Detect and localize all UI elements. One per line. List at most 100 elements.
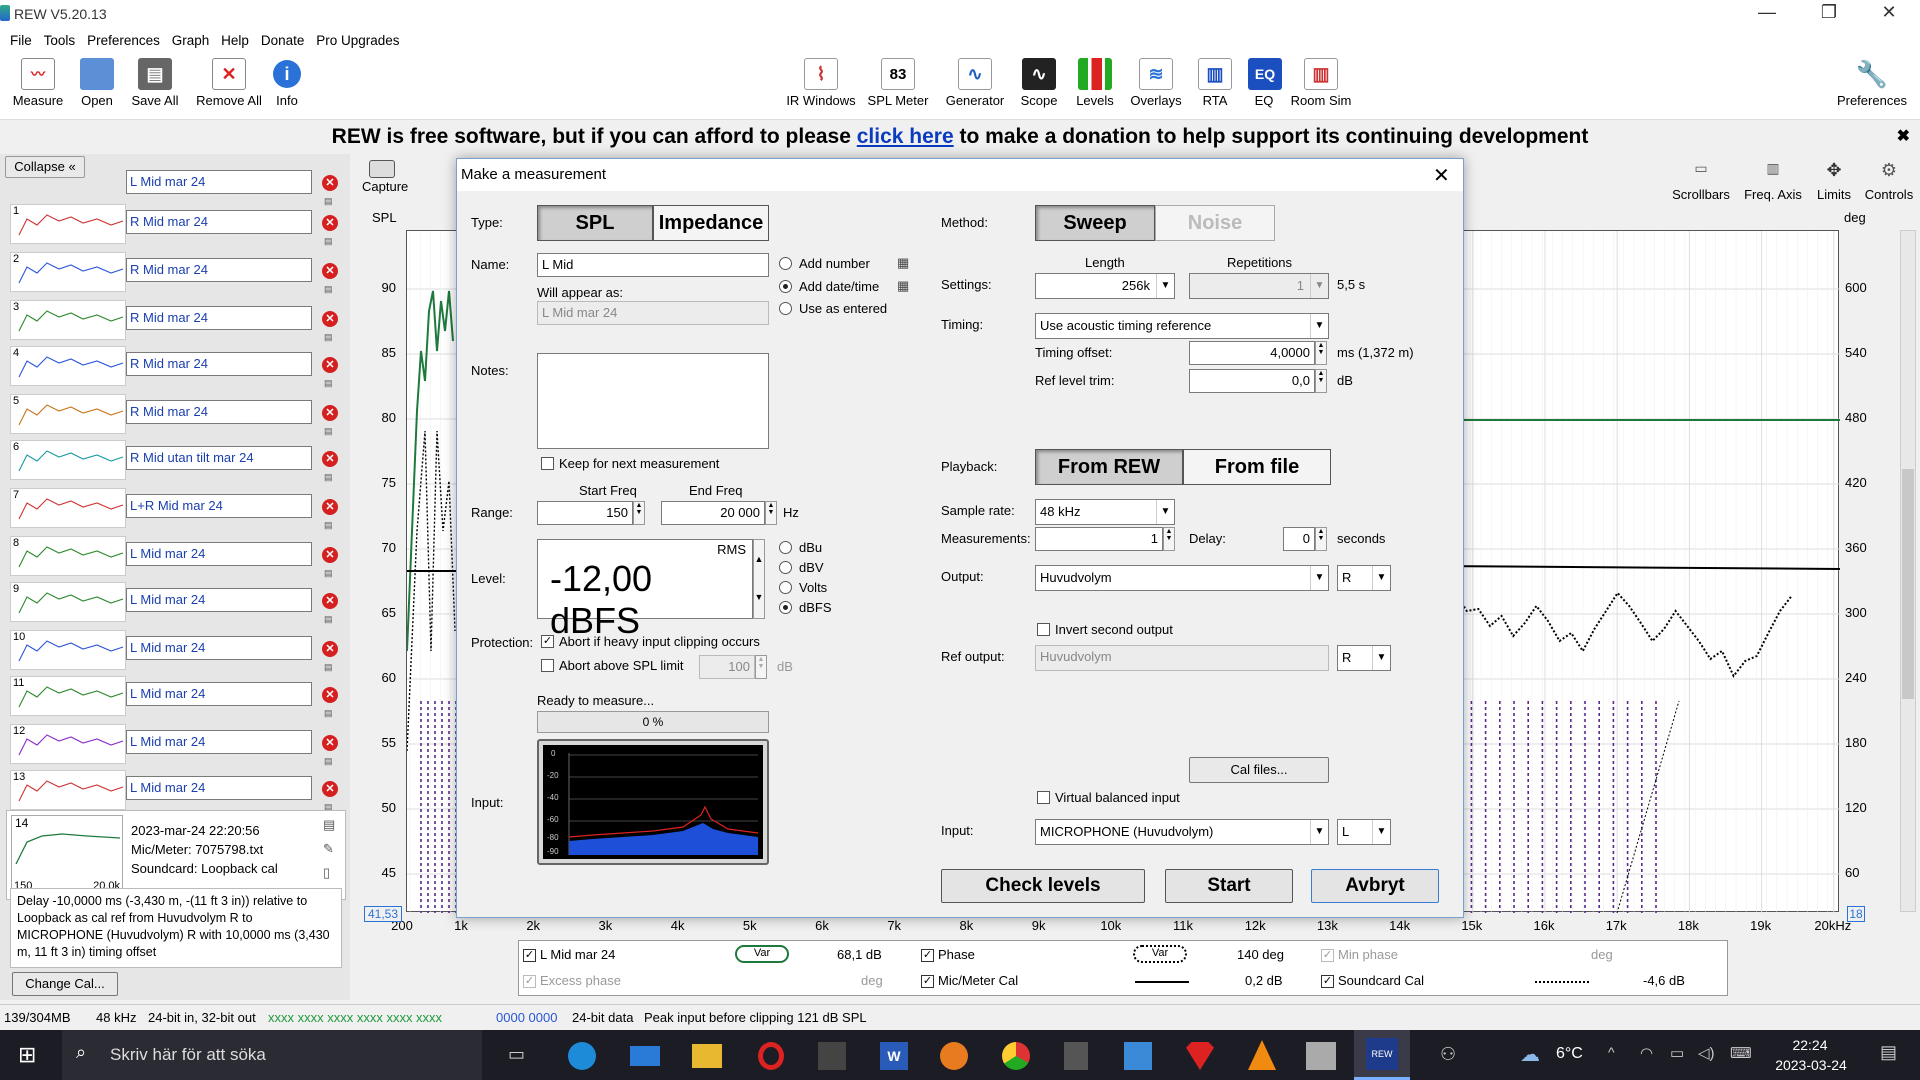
save-measurement-icon[interactable]: ▤	[324, 662, 333, 673]
taskbar-search[interactable]: ⌕ Skriv här för att söka	[62, 1030, 482, 1080]
delay-input[interactable]: 0	[1283, 527, 1315, 551]
scope-button[interactable]: ∿ Scope	[1016, 58, 1062, 108]
remove-all-button[interactable]: ✕ Remove All	[192, 58, 266, 108]
timing-offset-spinner[interactable]: ▲ ▼	[1315, 341, 1327, 365]
type-impedance-button[interactable]: Impedance	[653, 205, 769, 241]
save-measurement-icon[interactable]: ▤	[324, 284, 333, 295]
overlays-button[interactable]: ≋ Overlays	[1126, 58, 1186, 108]
check-levels-button[interactable]: Check levels	[941, 869, 1145, 903]
legend-main[interactable]: ✓ L Mid mar 24	[523, 947, 615, 963]
info-button[interactable]: i Info	[272, 58, 302, 108]
rew-taskbar-button[interactable]: REW	[1354, 1030, 1410, 1080]
save-measurement-icon[interactable]: ▤	[324, 756, 333, 767]
legend-min-phase[interactable]: ✓ Min phase	[1321, 947, 1398, 963]
generator-button[interactable]: ∿ Generator	[944, 58, 1006, 108]
use-as-entered-radio[interactable]	[779, 302, 792, 315]
start-button[interactable]: Start	[1165, 869, 1293, 903]
current-measurement[interactable]: 14 150 20,0k 2023-mar-24 22:20:56 Mic/Me…	[6, 810, 346, 900]
edge-icon[interactable]	[568, 1042, 596, 1070]
save-all-button[interactable]: ▤ Save All	[126, 58, 184, 108]
sample-rate-select[interactable]: 48 kHz ▼	[1035, 499, 1175, 525]
measurement-name-field[interactable]: L Mid mar 24	[126, 542, 312, 566]
scrollbars-button[interactable]: ▭ Scrollbars	[1668, 160, 1734, 202]
save-measurement-icon[interactable]: ▤	[323, 817, 335, 833]
people-icon[interactable]: ⚇	[1440, 1044, 1456, 1065]
legend-phase[interactable]: ✓ Phase	[921, 947, 975, 963]
level-display[interactable]: RMS -12,00 dBFS	[537, 539, 753, 641]
task-view-icon[interactable]: ▭	[508, 1044, 525, 1065]
measurement-row[interactable]: L Mid mar 24 ✕ ▤	[6, 162, 346, 206]
abort-spl-checkbox[interactable]	[541, 659, 554, 672]
wifi-icon[interactable]: ◠	[1640, 1044, 1653, 1062]
maximize-button[interactable]: ❐	[1806, 2, 1852, 23]
menu-preferences[interactable]: Preferences	[83, 30, 164, 51]
keyboard-icon[interactable]: ⌨	[1730, 1044, 1752, 1062]
battery-icon[interactable]: ▭	[1670, 1044, 1684, 1062]
name-input[interactable]: L Mid	[537, 253, 769, 277]
room-sim-button[interactable]: ▥ Room Sim	[1288, 58, 1354, 108]
photos-icon[interactable]	[1124, 1042, 1152, 1070]
add-datetime-radio[interactable]	[779, 280, 792, 293]
save-measurement-icon[interactable]: ▤	[324, 426, 333, 437]
ref-trim-spinner[interactable]: ▲ ▼	[1315, 369, 1327, 393]
save-measurement-icon[interactable]: ▤	[324, 708, 333, 719]
notes-textarea[interactable]	[537, 353, 769, 449]
delete-icon[interactable]: ✕	[322, 215, 338, 231]
legend-phase-var[interactable]: Var	[1133, 945, 1187, 963]
spl-meter-button[interactable]: 83 SPL Meter	[864, 58, 932, 108]
y-min-box[interactable]: 41,53	[364, 906, 402, 922]
ref-output-channel-select[interactable]: R ▼	[1337, 645, 1391, 671]
tray-chevron-icon[interactable]: ^	[1608, 1044, 1615, 1060]
chrome-icon[interactable]	[1002, 1042, 1030, 1070]
measurement-name-field[interactable]: L Mid mar 24	[126, 170, 312, 194]
measurement-name-field[interactable]: R Mid utan tilt mar 24	[126, 446, 312, 470]
measurement-name-field[interactable]: L+R Mid mar 24	[126, 494, 312, 518]
output-channel-select[interactable]: R ▼	[1337, 565, 1391, 591]
menu-tools[interactable]: Tools	[40, 30, 80, 51]
measurement-row[interactable]: 10 L Mid mar 24 ✕ ▤	[6, 628, 346, 672]
menu-help[interactable]: Help	[217, 30, 253, 51]
minimize-button[interactable]: —	[1744, 2, 1790, 23]
windows-start-icon[interactable]: ⊞	[18, 1042, 36, 1068]
measurement-row[interactable]: 11 L Mid mar 24 ✕ ▤	[6, 674, 346, 718]
controls-button[interactable]: ⚙ Controls	[1858, 160, 1920, 202]
dbu-radio[interactable]	[779, 541, 792, 554]
input-channel-select[interactable]: L ▼	[1337, 819, 1391, 845]
save-measurement-icon[interactable]: ▤	[324, 236, 333, 247]
length-select[interactable]: 256k ▼	[1035, 273, 1175, 299]
delete-icon[interactable]: ✕	[322, 641, 338, 657]
measurement-name-field[interactable]: L Mid mar 24	[126, 730, 312, 754]
delete-icon[interactable]: ✕	[322, 175, 338, 191]
measurement-row[interactable]: 2R Mid mar 24 ✕ ▤	[6, 250, 346, 294]
vlc-icon[interactable]	[1248, 1040, 1276, 1070]
delete-icon[interactable]: ✕	[322, 687, 338, 703]
delete-icon[interactable]: ✕	[322, 311, 338, 327]
cancel-button[interactable]: Avbryt	[1311, 869, 1439, 903]
calculator-icon[interactable]	[1064, 1042, 1088, 1070]
invert-output-checkbox[interactable]	[1037, 623, 1050, 636]
save-measurement-icon[interactable]: ▤	[324, 378, 333, 389]
measurement-name-field[interactable]: L Mid mar 24	[126, 776, 312, 800]
end-freq-input[interactable]: 20 000	[661, 501, 765, 525]
keep-notes-checkbox[interactable]	[541, 457, 554, 470]
measurement-row[interactable]: 9L Mid mar 24 ✕ ▤	[6, 580, 346, 624]
notes-icon[interactable]: ▯	[323, 865, 330, 881]
dbfs-radio[interactable]	[779, 601, 792, 614]
measurement-name-field[interactable]: L Mid mar 24	[126, 636, 312, 660]
vertical-scrollbar[interactable]	[1900, 230, 1916, 912]
playback-rew-button[interactable]: From REW	[1035, 449, 1183, 485]
measurement-row[interactable]: 7 L+R Mid mar 24 ✕ ▤	[6, 486, 346, 530]
menu-donate[interactable]: Donate	[257, 30, 309, 51]
volts-radio[interactable]	[779, 581, 792, 594]
calendar-icon[interactable]: ▦	[897, 278, 909, 294]
method-sweep-button[interactable]: Sweep	[1035, 205, 1155, 241]
measurement-row[interactable]: 13 L Mid mar 24 ✕ ▤	[6, 768, 346, 812]
notifications-icon[interactable]: ▤	[1880, 1042, 1897, 1063]
y-right-min-box[interactable]: 18	[1847, 906, 1865, 922]
word-icon[interactable]: W	[880, 1042, 908, 1070]
timing-offset-input[interactable]: 4,0000	[1189, 341, 1315, 365]
weather-icon[interactable]: ☁	[1520, 1042, 1540, 1067]
legend-soundcard-cal[interactable]: ✓ Soundcard Cal	[1321, 973, 1424, 989]
virtual-balanced-checkbox[interactable]	[1037, 791, 1050, 804]
save-measurement-icon[interactable]: ▤	[324, 568, 333, 579]
